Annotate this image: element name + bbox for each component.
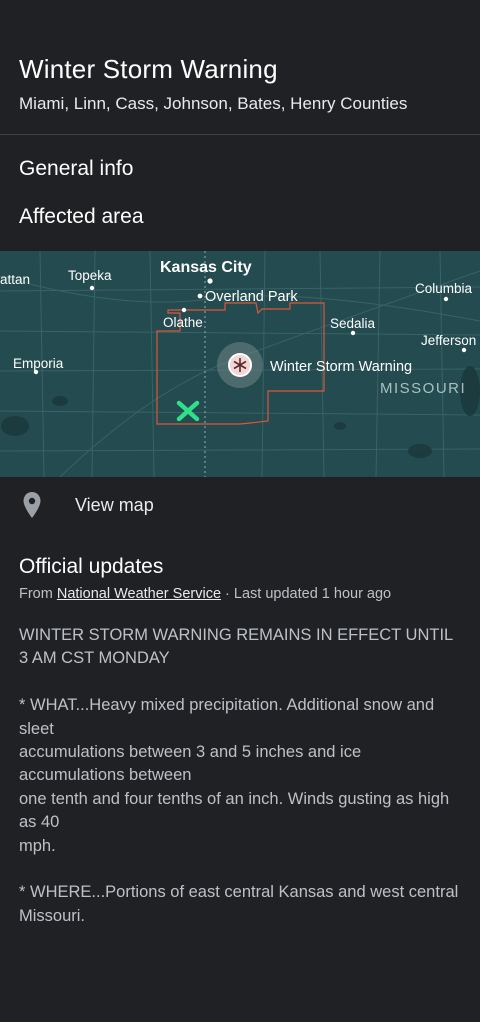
view-map-row[interactable]: View map <box>0 490 480 520</box>
alert-header: Winter Storm Warning Miami, Linn, Cass, … <box>0 0 480 134</box>
map-label-emporia: Emporia <box>13 356 64 371</box>
source-prefix: From <box>19 586 57 602</box>
map-label-topeka: Topeka <box>68 268 112 283</box>
map-label-manhattan: attan <box>0 272 30 287</box>
map-label-warning: Winter Storm Warning <box>270 359 412 375</box>
update-body-text: WINTER STORM WARNING REMAINS IN EFFECT U… <box>19 626 459 956</box>
location-pin-icon <box>23 492 41 518</box>
official-updates-section: Official updates From National Weather S… <box>19 553 461 956</box>
map-label-jefferson: Jefferson <box>421 333 476 348</box>
map-label-olathe: Olathe <box>163 315 203 330</box>
affected-area-heading: Affected area <box>19 205 144 228</box>
map-label-columbia: Columbia <box>415 281 473 296</box>
view-map-label[interactable]: View map <box>75 495 154 516</box>
map-label-sedalia: Sedalia <box>330 316 376 331</box>
official-updates-heading: Official updates <box>19 555 164 578</box>
last-updated: Last updated 1 hour ago <box>233 586 392 602</box>
map-label-kansas-city: Kansas City <box>160 259 252 276</box>
general-info-heading: General info <box>19 157 134 180</box>
source-separator: · <box>221 586 234 602</box>
update-source-line: From National Weather Service · Last upd… <box>19 584 461 604</box>
alert-title: Winter Storm Warning <box>19 54 278 84</box>
alert-counties: Miami, Linn, Cass, Johnson, Bates, Henry… <box>19 94 408 113</box>
header-divider <box>0 134 480 135</box>
map-label-missouri: MISSOURI <box>380 380 466 397</box>
affected-area-map[interactable]: Kansas City Topeka Overland Park Olathe … <box>0 251 480 477</box>
map-label-overland-park: Overland Park <box>205 289 298 305</box>
nws-source-link[interactable]: National Weather Service <box>57 586 221 602</box>
